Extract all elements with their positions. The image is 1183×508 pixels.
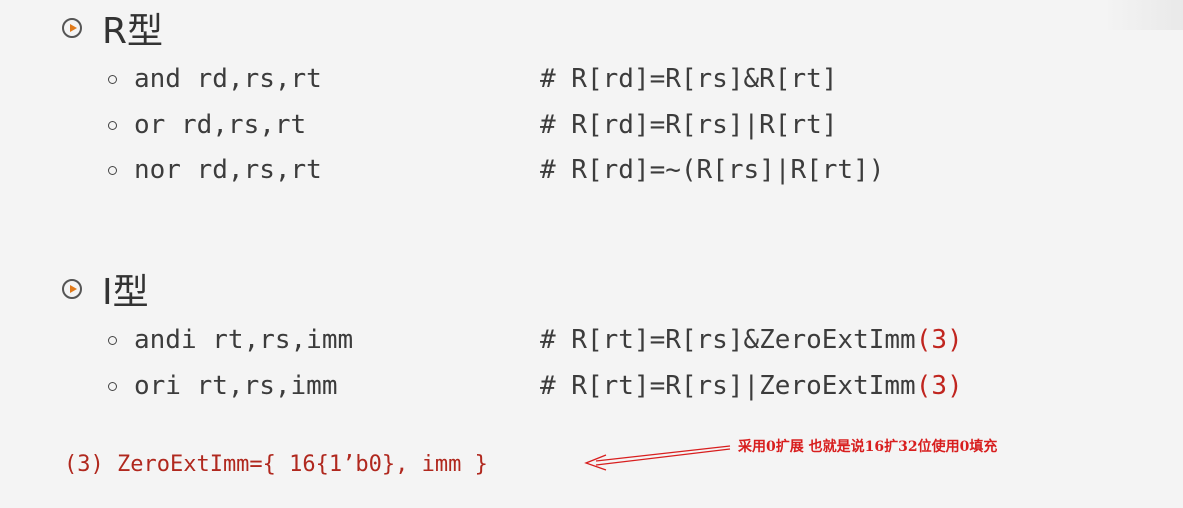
comment-suffix: (3) — [915, 325, 963, 355]
list-item: or rd,rs,rt # R[rd]=R[rs]|R[rt] — [108, 109, 837, 141]
hollow-circle-bullet-icon — [108, 382, 117, 391]
comment-text: # R[rd]=R[rs]&R[rt] — [540, 63, 837, 95]
instruction-text: andi rt,rs,imm — [134, 325, 354, 355]
section-title-text: R型 — [102, 11, 164, 52]
instruction-text: and rd,rs,rt — [134, 64, 322, 94]
comment-main: # R[rd]=~(R[rs]|R[rt]) — [540, 155, 885, 185]
list-item: ori rt,rs,imm # R[rt]=R[rs]|ZeroExtImm(3… — [108, 370, 963, 402]
comment-text: # R[rd]=~(R[rs]|R[rt]) — [540, 154, 884, 186]
list-item: andi rt,rs,imm # R[rt]=R[rs]&ZeroExtImm(… — [108, 324, 963, 356]
hollow-circle-bullet-icon — [108, 121, 117, 130]
hollow-circle-bullet-icon — [108, 336, 117, 345]
instruction-text: nor rd,rs,rt — [134, 155, 322, 185]
annotation-text: 采用0扩展 也就是说16扩32位使用0填充 — [738, 439, 998, 455]
footnote: (3) ZeroExtImm={ 16{1’b0}, imm } — [64, 452, 488, 477]
comment-main: # R[rt]=R[rs]&ZeroExtImm — [540, 325, 916, 355]
comment-text: # R[rt]=R[rs]&ZeroExtImm(3) — [540, 324, 963, 356]
comment-text: # R[rd]=R[rs]|R[rt] — [540, 109, 837, 141]
slide: R型 and rd,rs,rt # R[rd]=R[rs]&R[rt] or r… — [0, 0, 1183, 508]
list-item: nor rd,rs,rt # R[rd]=~(R[rs]|R[rt]) — [108, 154, 884, 186]
comment-main: # R[rt]=R[rs]|ZeroExtImm — [540, 371, 916, 401]
section-title-r-type: R型 — [62, 2, 163, 54]
instruction-text: ori rt,rs,imm — [134, 371, 338, 401]
play-circle-icon — [62, 18, 82, 38]
comment-text: # R[rt]=R[rs]|ZeroExtImm(3) — [540, 370, 963, 402]
comment-main: # R[rd]=R[rs]&R[rt] — [540, 64, 838, 94]
corner-shade — [1103, 0, 1183, 30]
hollow-circle-bullet-icon — [108, 75, 117, 84]
instruction-text: or rd,rs,rt — [134, 110, 307, 140]
comment-main: # R[rd]=R[rs]|R[rt] — [540, 110, 838, 140]
section-title-text: I型 — [102, 272, 149, 313]
section-title-i-type: I型 — [62, 263, 149, 315]
list-item: and rd,rs,rt # R[rd]=R[rs]&R[rt] — [108, 63, 837, 95]
play-circle-icon — [62, 279, 82, 299]
comment-suffix: (3) — [915, 371, 963, 401]
hollow-circle-bullet-icon — [108, 166, 117, 175]
